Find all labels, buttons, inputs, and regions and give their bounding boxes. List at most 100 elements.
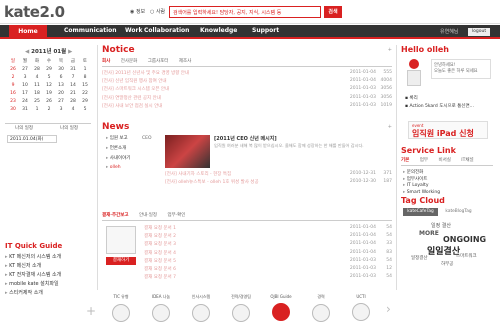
- list-item[interactable]: 결재 요청 문서 5 2011-01-03 54: [144, 257, 392, 265]
- calendar-day[interactable]: 17: [19, 89, 31, 97]
- list-item[interactable]: 결재 요청 문서 4 2011-01-04 83: [144, 249, 392, 257]
- list-item[interactable]: [전사] 연말정산 관련 공지 안내 2011-01-03 3056: [102, 94, 392, 102]
- news-menu-item[interactable]: 임원 보고: [106, 135, 136, 145]
- calendar-day[interactable]: 5: [79, 105, 91, 113]
- service-link-item[interactable]: 업무사이트: [403, 176, 440, 183]
- calendar-day[interactable]: 2: [43, 105, 55, 113]
- notice-tab-culture[interactable]: 전사문화: [121, 59, 138, 64]
- service-tab-it[interactable]: IT채널: [461, 158, 473, 163]
- search-button[interactable]: 검색: [324, 6, 342, 18]
- approval-tab-2[interactable]: 안내·일정: [139, 213, 157, 218]
- service-tab-basic[interactable]: 기본: [401, 158, 409, 163]
- nav-work[interactable]: Work: [125, 27, 142, 34]
- list-item[interactable]: [전사] 신년 임직원 행사 참여 안내 2011-01-04 4004: [102, 77, 392, 85]
- calendar-day[interactable]: 14: [67, 81, 79, 89]
- service-link-item[interactable]: IT Loyalty: [403, 183, 440, 190]
- calendar-day[interactable]: 5: [43, 73, 55, 81]
- quick-guide-item[interactable]: KT 메신저 소개: [5, 262, 93, 271]
- calendar-day[interactable]: 26: [7, 65, 19, 73]
- hello-link-1[interactable]: ▪ 록리: [405, 95, 418, 101]
- approval-tab-3[interactable]: 업무·확인: [167, 213, 185, 218]
- notice-tab-group[interactable]: 그룹사포터: [148, 59, 169, 64]
- calendar-day[interactable]: 9: [7, 81, 19, 89]
- news-headline[interactable]: [2011년 CEO 신년 메시지]: [214, 135, 389, 142]
- tag-tab-blog[interactable]: kateBlogTag: [441, 208, 476, 216]
- calendar-day[interactable]: 10: [19, 81, 31, 89]
- ipad-banner[interactable]: event 임직원 iPad 신청: [408, 121, 488, 139]
- schedule-date[interactable]: 2011.01.04(화): [7, 135, 57, 143]
- calendar-day[interactable]: 31: [67, 65, 79, 73]
- news-photo[interactable]: [165, 135, 210, 168]
- tag-word[interactable]: 스마트워크: [456, 253, 477, 259]
- list-item[interactable]: 결재 요청 문서 2 2011-01-04 54: [144, 232, 392, 240]
- calendar-day[interactable]: 30: [7, 105, 19, 113]
- calendar-day[interactable]: 1: [31, 105, 43, 113]
- calendar-day[interactable]: 18: [31, 89, 43, 97]
- calendar-day[interactable]: 28: [31, 65, 43, 73]
- footer-shortcut[interactable]: OJBI Guide: [266, 294, 296, 321]
- approval-tab-1[interactable]: 결재·주간보고: [102, 213, 129, 218]
- calendar-day[interactable]: 3: [55, 105, 67, 113]
- calendar-day[interactable]: 3: [19, 73, 31, 81]
- search-option-info[interactable]: ◉ 정보: [130, 8, 145, 15]
- news-menu-item[interactable]: 사내이야기: [106, 155, 136, 165]
- nav-support[interactable]: Support: [252, 27, 279, 34]
- tag-word[interactable]: ONGOING: [443, 235, 486, 244]
- tag-word[interactable]: 하부공: [441, 261, 453, 267]
- calendar-day[interactable]: 16: [7, 89, 19, 97]
- calendar-day[interactable]: 28: [67, 97, 79, 105]
- list-item[interactable]: [전사] 사내기자 스토리 - 현장 특집 2010-12-31 371: [165, 170, 392, 178]
- calendar-day[interactable]: 6: [55, 73, 67, 81]
- schedule-tab-1[interactable]: 나의 일정: [15, 125, 33, 131]
- calendar-day[interactable]: 30: [55, 65, 67, 73]
- service-tab-work[interactable]: 업무: [420, 158, 428, 163]
- calendar-day[interactable]: 22: [79, 89, 91, 97]
- list-item[interactable]: [전사] 사내 보안 점검 실시 안내 2011-01-03 1019: [102, 102, 392, 110]
- tag-word[interactable]: 일정 결산: [431, 222, 451, 229]
- calendar-day[interactable]: 1: [79, 65, 91, 73]
- list-item[interactable]: [전사] 2011년 신년사 및 주요 경영 방향 안내 2011-01-04 55…: [102, 69, 392, 77]
- footer-shortcut[interactable]: UCTI: [346, 294, 376, 321]
- tag-tab-cafe[interactable]: kateCafeTag: [403, 208, 438, 216]
- footer-prev-icon[interactable]: +: [86, 304, 96, 318]
- calendar-day[interactable]: 24: [19, 97, 31, 105]
- service-tab-secretary[interactable]: 비서실: [438, 158, 450, 163]
- search-input[interactable]: 검색어를 입력하세요! 담당자, 공지, 지식, 시스템 등: [169, 6, 321, 18]
- calendar-day[interactable]: 2: [7, 73, 19, 81]
- calendar-day[interactable]: 4: [31, 73, 43, 81]
- calendar-day[interactable]: 29: [43, 65, 55, 73]
- nav-collaboration[interactable]: Collaboration: [144, 27, 189, 34]
- calendar-day[interactable]: 23: [7, 97, 19, 105]
- calendar-next[interactable]: ▶: [66, 49, 72, 55]
- list-item[interactable]: [전사] olleh뉴스특보 - olleh 1호 위성 발사 성공 2010-1…: [165, 178, 392, 186]
- logout-button[interactable]: logout: [468, 28, 490, 36]
- calendar-day[interactable]: 21: [67, 89, 79, 97]
- nav-communication[interactable]: Communication: [64, 27, 117, 34]
- footer-shortcut[interactable]: 경력: [306, 294, 336, 322]
- calendar-day[interactable]: 31: [19, 105, 31, 113]
- footer-shortcut[interactable]: TIC 유형: [106, 294, 136, 322]
- news-menu-item[interactable]: olleh: [106, 165, 136, 175]
- quick-guide-item[interactable]: KT 전자결재 시스템 소개: [5, 271, 93, 280]
- quick-guide-item[interactable]: 스티커제작 소개: [5, 289, 93, 298]
- calendar-day[interactable]: 7: [67, 73, 79, 81]
- list-item[interactable]: 결재 요청 문서 3 2011-01-04 33: [144, 240, 392, 248]
- schedule-tab-2[interactable]: 나의 일정: [60, 125, 78, 131]
- calendar-day[interactable]: 26: [43, 97, 55, 105]
- news-link-ceo[interactable]: CEO: [142, 136, 152, 141]
- calendar-day[interactable]: 29: [79, 97, 91, 105]
- calendar-day[interactable]: 25: [31, 97, 43, 105]
- tag-word[interactable]: MORE: [419, 230, 439, 237]
- news-menu-item[interactable]: 언론소개: [106, 145, 136, 155]
- list-item[interactable]: [전사] 스마트워크 시스템 오픈 안내 2011-01-03 3056: [102, 85, 392, 93]
- approve-button[interactable]: 결재하기: [106, 257, 136, 265]
- quick-guide-item[interactable]: KT 메신저의 시스템 소개: [5, 253, 93, 262]
- quick-guide-item[interactable]: mobile kate 설치파일: [5, 280, 93, 289]
- calendar-day[interactable]: 27: [55, 97, 67, 105]
- list-item[interactable]: 결재 요청 문서 1 2011-01-04 54: [144, 224, 392, 232]
- calendar-day[interactable]: 15: [79, 81, 91, 89]
- calendar-day[interactable]: 4: [67, 105, 79, 113]
- notice-tab-company[interactable]: 회사: [102, 59, 110, 64]
- calendar-day[interactable]: 13: [55, 81, 67, 89]
- list-item[interactable]: 결재 요청 문서 6 2011-01-03 12: [144, 265, 392, 273]
